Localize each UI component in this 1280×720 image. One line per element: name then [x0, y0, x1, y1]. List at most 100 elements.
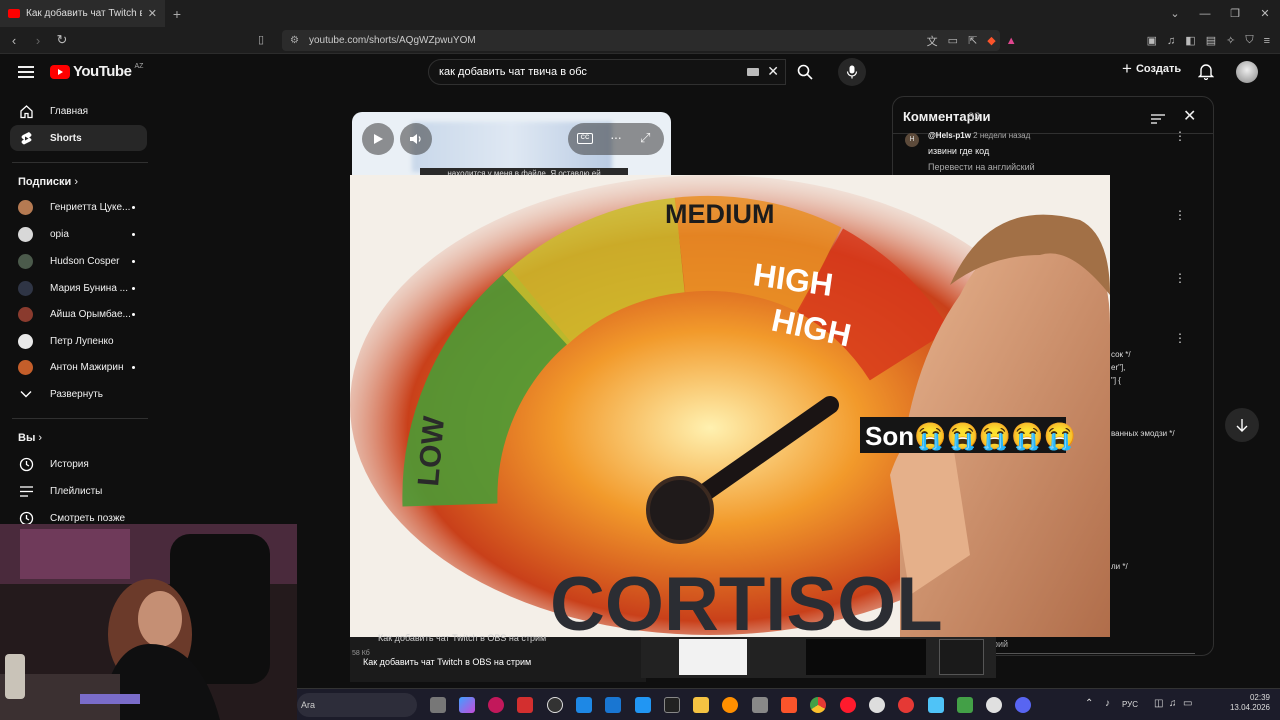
notifications-bell-icon[interactable] [1197, 62, 1215, 85]
sidebar-subscription-4[interactable]: Айша Орымбае... [10, 301, 147, 327]
leo-icon[interactable]: ✧ [1226, 34, 1235, 47]
next-video-button[interactable] [1225, 408, 1259, 442]
translate-icon[interactable]: 文 [927, 33, 938, 49]
sidebar-toggle-icon[interactable]: ◧ [1185, 34, 1195, 47]
comment-author[interactable]: @Hels-p1w 2 недели назад [928, 131, 1030, 140]
you-heading[interactable]: Вы › [18, 432, 42, 444]
sidebar-item-home[interactable]: Главная [10, 98, 147, 124]
sidebar-subscription-1[interactable]: opia [10, 221, 147, 247]
edge-icon[interactable] [576, 697, 592, 713]
sidebar-subscription-0[interactable]: Генриетта Цуке... [10, 194, 147, 220]
play-button[interactable] [362, 123, 394, 155]
comment-menu-icon[interactable]: ⋮ [1174, 331, 1186, 345]
menu-icon[interactable]: ≡ [1264, 35, 1270, 47]
video-title[interactable]: Как добавить чат Twitch в OBS на стрим [363, 657, 531, 667]
settings-icon[interactable] [752, 697, 768, 713]
thumbnail[interactable] [806, 639, 926, 675]
tray-battery-icon[interactable]: ▭ [1183, 698, 1192, 709]
notepad-icon[interactable] [928, 697, 944, 713]
taskbar-preview-thumbnails[interactable] [641, 637, 996, 678]
sidebar-subscription-2[interactable]: Hudson Cosper [10, 248, 147, 274]
sidebar-item-shorts[interactable]: Shorts [10, 125, 147, 151]
volume-button[interactable] [400, 123, 432, 155]
minimize-icon[interactable]: — [1190, 8, 1220, 20]
tray-volume-icon[interactable]: ♫ [1169, 698, 1177, 709]
audio-app-icon[interactable] [517, 697, 533, 713]
store-icon[interactable] [605, 697, 621, 713]
close-window-icon[interactable]: ✕ [1250, 7, 1280, 20]
copilot-icon[interactable] [459, 697, 475, 713]
fullscreen-icon[interactable]: ⤢ [640, 130, 650, 146]
subscriptions-heading[interactable]: Подписки › [18, 176, 78, 188]
firefox-icon[interactable] [722, 697, 738, 713]
thumbnail[interactable] [679, 639, 747, 675]
github-icon[interactable] [986, 697, 1002, 713]
brave-shield-icon[interactable]: ◆ [987, 34, 995, 47]
search-input[interactable]: как добавить чат твича в обс ✕ [428, 59, 786, 85]
small-video-title[interactable]: Как добавить чат Twitch в OBS на стрим [378, 633, 546, 643]
taskbar-clock[interactable]: 02:39 13.04.2026 [1230, 693, 1270, 713]
vpn-icon[interactable]: ⛉ [1245, 34, 1253, 47]
minecraft-icon[interactable] [957, 697, 973, 713]
thumbnail[interactable] [939, 639, 984, 675]
wallet-icon[interactable]: ▤ [1206, 34, 1216, 47]
voice-search-button[interactable] [838, 58, 866, 86]
more-options-icon[interactable]: ··· [610, 129, 622, 145]
account-avatar[interactable] [1236, 61, 1258, 83]
sort-icon[interactable] [1151, 111, 1165, 124]
url-field[interactable]: ⚙ youtube.com/shorts/AQgWZpwuYOM [282, 30, 1000, 51]
reload-icon[interactable]: ↻ [52, 32, 72, 48]
chrome-icon[interactable] [810, 697, 826, 713]
browser-tab[interactable]: Как добавить чат Twitch в OBS ✕ [0, 0, 165, 27]
search-button[interactable] [786, 59, 824, 85]
tray-mic-icon[interactable]: ♪ [1105, 698, 1110, 709]
tradingview-icon[interactable] [664, 697, 680, 713]
discord-icon[interactable] [1015, 697, 1031, 713]
brave-icon[interactable] [781, 697, 797, 713]
sidebar-subscription-6[interactable]: Антон Мажирин [10, 354, 147, 380]
editor-icon[interactable] [635, 697, 651, 713]
tab-list-icon[interactable]: ⌄ [1160, 7, 1190, 20]
explorer-icon[interactable] [693, 697, 709, 713]
opera-gx-icon[interactable] [898, 697, 914, 713]
hamburger-menu-icon[interactable] [18, 66, 34, 78]
sidebar-item-playlists[interactable]: Плейлисты [10, 478, 147, 504]
sidebar-panel-icon[interactable]: ▣ [1147, 34, 1157, 47]
clear-search-icon[interactable]: ✕ [767, 63, 779, 80]
rewards-icon[interactable]: ▲ [1006, 35, 1017, 47]
youtube-logo[interactable]: YouTube AZ [50, 63, 143, 80]
medium-label: MEDIUM [665, 199, 775, 229]
keyboard-icon[interactable] [747, 68, 759, 76]
steam-icon[interactable] [869, 697, 885, 713]
sidebar-subscription-5[interactable]: Петр Лупенко [10, 328, 147, 354]
music-app-icon[interactable] [488, 697, 504, 713]
site-info-icon[interactable]: ⚙ [290, 35, 299, 46]
media-icon[interactable]: ♫ [1167, 35, 1175, 47]
input-language[interactable]: РУС [1122, 700, 1138, 709]
share-icon[interactable]: ⇱ [968, 34, 977, 47]
close-comments-icon[interactable]: ✕ [1183, 106, 1196, 126]
comment-menu-icon[interactable]: ⋮ [1174, 129, 1186, 143]
sidebar-subscription-3[interactable]: Мария Бунина ... [10, 275, 147, 301]
comment-menu-icon[interactable]: ⋮ [1174, 208, 1186, 222]
obs-icon[interactable] [547, 697, 563, 713]
translate-link[interactable]: Перевести на английский [928, 162, 1035, 172]
create-button[interactable]: + Создать [1122, 60, 1181, 77]
tray-network-icon[interactable]: ◫ [1154, 698, 1163, 709]
sidebar-item-history[interactable]: История [10, 451, 147, 477]
sidebar-expand-button[interactable]: Развернуть [10, 381, 147, 407]
back-icon[interactable]: ‹ [4, 33, 24, 48]
bookmark-icon[interactable]: ▯ [258, 33, 264, 46]
taskbar-search[interactable]: Ara [297, 693, 417, 717]
cc-button[interactable]: CC [577, 133, 593, 144]
avatar[interactable]: H [905, 133, 919, 147]
task-view-icon[interactable] [430, 697, 446, 713]
comment-menu-icon[interactable]: ⋮ [1174, 271, 1186, 285]
maximize-icon[interactable]: ❐ [1220, 7, 1250, 20]
opera-icon[interactable] [840, 697, 856, 713]
close-tab-icon[interactable]: ✕ [148, 7, 157, 20]
new-tab-button[interactable]: + [165, 6, 189, 22]
tray-overflow-icon[interactable]: ⌃ [1085, 698, 1093, 709]
forward-icon[interactable]: › [28, 33, 48, 48]
cast-icon[interactable]: ▭ [948, 34, 958, 47]
